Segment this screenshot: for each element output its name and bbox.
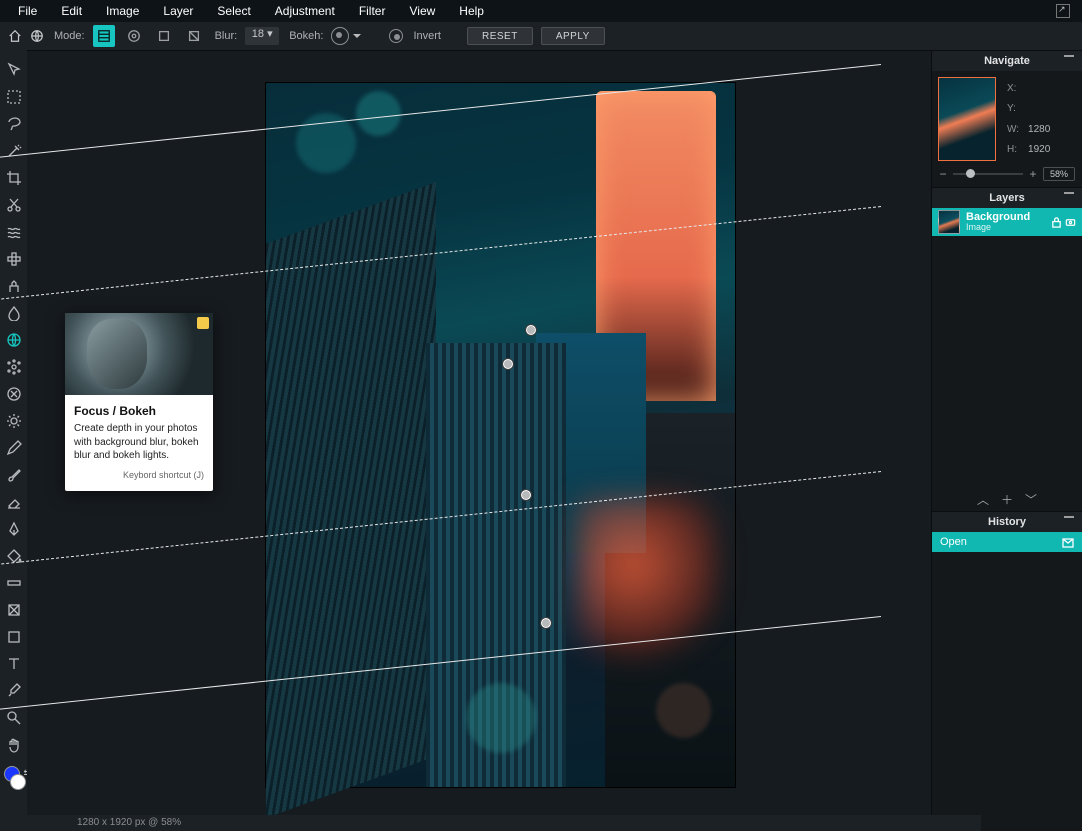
tool-sidebar: ⇆ <box>0 50 27 831</box>
tool-tooltip: Focus / Bokeh Create depth in your photo… <box>65 313 213 491</box>
status-bar: 1280 x 1920 px @ 58% <box>27 815 981 831</box>
layers-title: Layers <box>989 192 1024 204</box>
wand-tool[interactable] <box>4 141 24 161</box>
mode-linear-button[interactable] <box>93 25 115 47</box>
mode-radial-button[interactable] <box>123 25 145 47</box>
zoom-value[interactable]: 58% <box>1043 167 1075 181</box>
visibility-icon[interactable] <box>1065 217 1076 228</box>
layer-type: Image <box>966 223 1045 232</box>
history-item[interactable]: Open <box>932 532 1082 552</box>
zoom-out-button[interactable]: − <box>939 167 947 181</box>
clone-tool[interactable] <box>4 276 24 296</box>
menu-filter[interactable]: Filter <box>347 1 398 21</box>
bokeh-dropdown-arrow-icon <box>353 34 361 38</box>
blur-value-select[interactable]: 18 ▾ <box>245 27 279 45</box>
layer-thumbnail <box>938 210 960 234</box>
minimize-icon[interactable] <box>1064 55 1074 57</box>
heal-tool[interactable] <box>4 249 24 269</box>
shape-tool[interactable] <box>4 627 24 647</box>
fullscreen-icon[interactable] <box>1056 4 1070 18</box>
canvas-area[interactable]: Focus / Bokeh Create depth in your photo… <box>27 50 931 831</box>
eyedropper-tool[interactable] <box>4 681 24 701</box>
eraser-tool[interactable] <box>4 492 24 512</box>
disperse-tool[interactable] <box>4 357 24 377</box>
pen-tool[interactable] <box>4 519 24 539</box>
cut-tool[interactable] <box>4 195 24 215</box>
menu-file[interactable]: File <box>6 1 49 21</box>
zoom-slider[interactable] <box>953 173 1023 175</box>
navigate-title: Navigate <box>984 55 1030 67</box>
zoom-tool[interactable] <box>4 708 24 728</box>
crop-tool[interactable] <box>4 168 24 188</box>
layers-panel-header[interactable]: Layers <box>932 187 1082 208</box>
history-panel-header[interactable]: History <box>932 511 1082 532</box>
sponge-tool[interactable] <box>4 384 24 404</box>
mode-label: Mode: <box>54 30 85 42</box>
bokeh-handle-outer-bottom[interactable] <box>540 617 552 629</box>
zoom-in-button[interactable]: + <box>1029 167 1037 181</box>
liquify-tool[interactable] <box>4 222 24 242</box>
menu-bar: File Edit Image Layer Select Adjustment … <box>0 0 1082 22</box>
menu-layer[interactable]: Layer <box>151 1 205 21</box>
bokeh-handle-inner-bottom[interactable] <box>520 489 532 501</box>
tooltip-shortcut: Keybord shortcut (J) <box>74 469 204 481</box>
pencil-tool[interactable] <box>4 438 24 458</box>
history-item-icon <box>1062 536 1074 548</box>
menu-image[interactable]: Image <box>94 1 151 21</box>
menu-adjustment[interactable]: Adjustment <box>263 1 347 21</box>
minimize-icon[interactable] <box>1064 192 1074 194</box>
color-swatches[interactable]: ⇆ <box>4 766 24 788</box>
home-icon[interactable] <box>8 29 22 43</box>
invert-label[interactable]: Invert <box>413 30 441 42</box>
history-title: History <box>988 516 1026 528</box>
hub-icon[interactable] <box>30 29 44 43</box>
menu-view[interactable]: View <box>397 1 447 21</box>
bokeh-label: Bokeh: <box>289 30 323 42</box>
text-tool[interactable] <box>4 654 24 674</box>
layer-down-button[interactable]: ﹀ <box>1025 491 1037 508</box>
layer-up-button[interactable]: ︿ <box>977 491 989 508</box>
navigate-panel-header[interactable]: Navigate <box>932 50 1082 71</box>
mode-rect-button[interactable] <box>153 25 175 47</box>
menu-select[interactable]: Select <box>205 1 262 21</box>
brush-tool[interactable] <box>4 465 24 485</box>
tooltip-description: Create depth in your photos with backgro… <box>74 422 204 463</box>
canvas-image[interactable] <box>266 83 735 787</box>
mode-fill-button[interactable] <box>183 25 205 47</box>
layer-add-button[interactable]: ＋ <box>1001 491 1013 508</box>
blur-tool[interactable] <box>4 303 24 323</box>
apply-button[interactable]: APPLY <box>541 27 605 45</box>
reset-button[interactable]: RESET <box>467 27 533 45</box>
bokeh-handle-outer-top[interactable] <box>525 324 537 336</box>
menu-edit[interactable]: Edit <box>49 1 94 21</box>
focus-bokeh-tool[interactable] <box>4 330 24 350</box>
tooltip-title: Focus / Bokeh <box>74 403 204 419</box>
move-tool[interactable] <box>4 60 24 80</box>
minimize-icon[interactable] <box>1064 516 1074 518</box>
invert-indicator-icon <box>389 29 403 43</box>
tool-options-bar: Mode: Blur: 18 ▾ Bokeh: Invert RESET APP… <box>0 22 1082 50</box>
bokeh-shape-select[interactable] <box>331 27 349 45</box>
gradient-tool[interactable] <box>4 573 24 593</box>
tooltip-thumbnail <box>65 313 213 395</box>
transform-tool[interactable] <box>4 600 24 620</box>
gear-tool[interactable] <box>4 411 24 431</box>
menu-help[interactable]: Help <box>447 1 496 21</box>
navigator-thumbnail[interactable] <box>938 77 996 161</box>
hand-tool[interactable] <box>4 735 24 755</box>
bokeh-handle-inner-top[interactable] <box>502 358 514 370</box>
layer-item[interactable]: Background Image <box>932 208 1082 236</box>
lasso-tool[interactable] <box>4 114 24 134</box>
lock-icon[interactable] <box>1051 217 1062 228</box>
marquee-tool[interactable] <box>4 87 24 107</box>
history-item-label: Open <box>940 536 967 548</box>
navigator-info: X: Y: W:1280 H:1920 <box>1004 77 1053 161</box>
right-panels: Navigate X: Y: W:1280 H:1920 − + 58% Lay… <box>931 50 1082 831</box>
blur-label: Blur: <box>215 30 238 42</box>
